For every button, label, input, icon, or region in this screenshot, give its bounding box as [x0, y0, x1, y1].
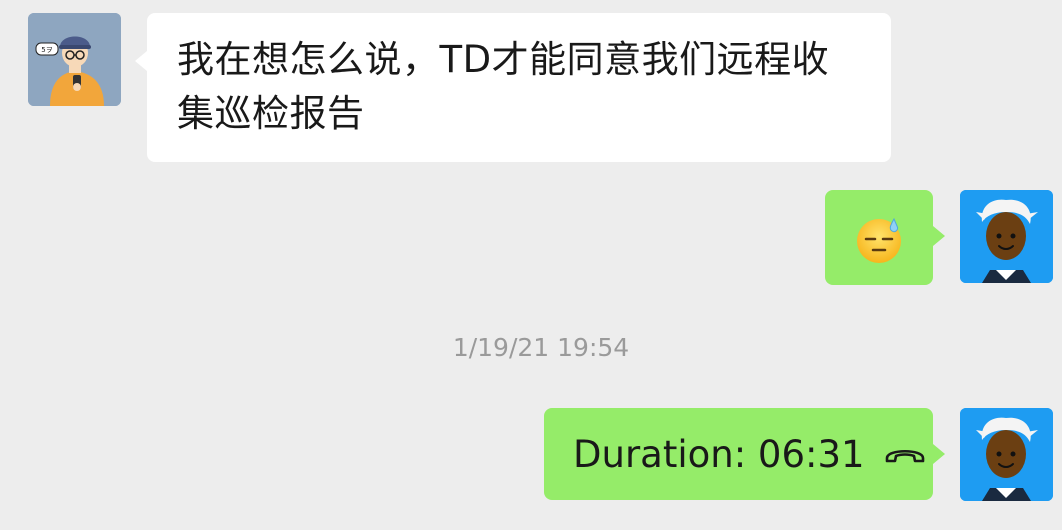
- self-avatar[interactable]: [960, 190, 1053, 283]
- call-duration-text: Duration: 06:31: [573, 432, 865, 476]
- incoming-message-bubble[interactable]: 我在想怎么说，TD才能同意我们远程收集巡检报告: [135, 13, 891, 162]
- incoming-message-text: 我在想怎么说，TD才能同意我们远程收集巡检报告: [177, 38, 830, 135]
- chat-view: 5ヲ 我在想怎么说，TD才能同意我们远程收集巡检报告 1/19/21 19:54…: [0, 0, 1062, 530]
- self-avatar-illustration: [960, 408, 1053, 501]
- message-timestamp: 1/19/21 19:54: [452, 333, 630, 362]
- svg-text:5ヲ: 5ヲ: [41, 46, 52, 54]
- outgoing-emoji-bubble[interactable]: [825, 190, 945, 285]
- call-record-bubble[interactable]: Duration: 06:31: [544, 408, 945, 500]
- self-avatar-illustration: [960, 190, 1053, 283]
- contact-avatar-illustration: 5ヲ: [28, 13, 121, 106]
- downcast-sweat-emoji-icon: [854, 215, 904, 265]
- hang-up-phone-icon: [883, 443, 927, 465]
- self-avatar[interactable]: [960, 408, 1053, 501]
- contact-avatar[interactable]: 5ヲ: [28, 13, 121, 106]
